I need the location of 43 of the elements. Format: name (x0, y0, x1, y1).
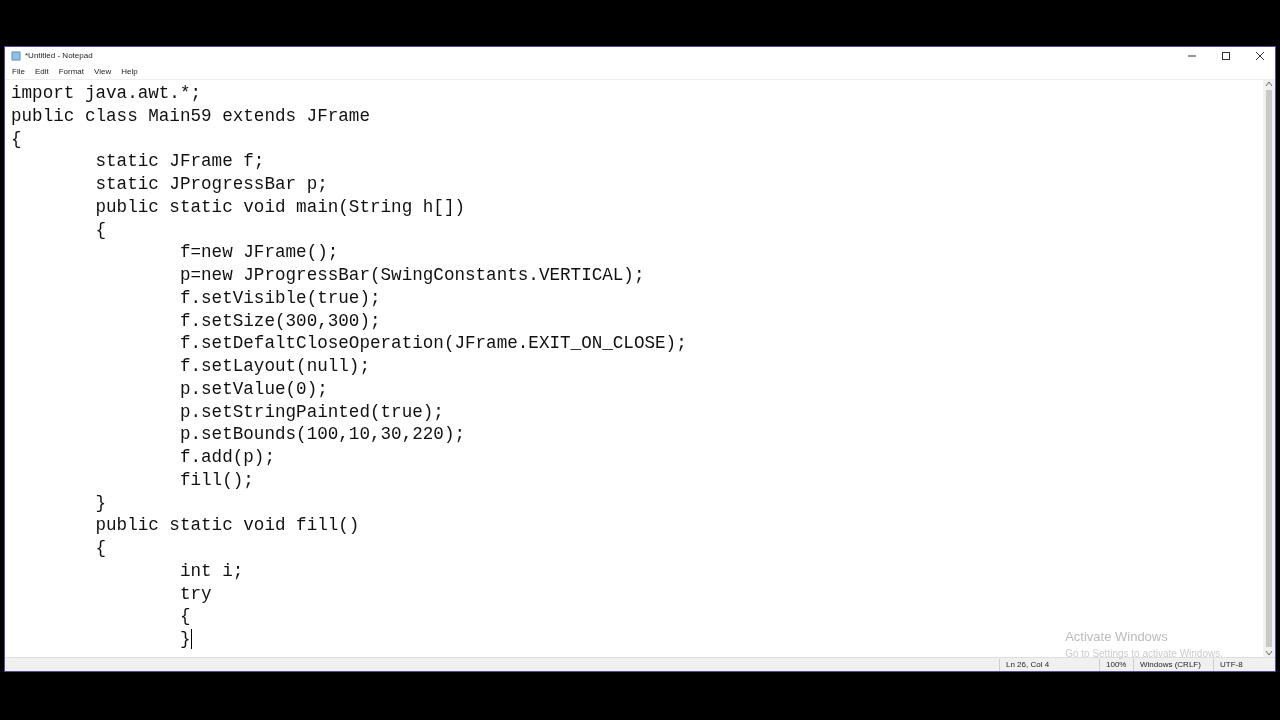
code-line: f.setLayout(null); (178, 356, 370, 376)
menu-item[interactable]: File (7, 65, 30, 78)
code-line: } (178, 629, 191, 649)
code-line: p.setStringPainted(true); (178, 401, 444, 422)
code-line: { (94, 219, 107, 240)
menu-item[interactable]: Format (53, 65, 90, 78)
status-field: 100% (1099, 658, 1133, 671)
close-icon (1255, 50, 1265, 61)
code-line: } (94, 492, 107, 513)
code-line: f.add(p); (178, 447, 275, 467)
code-line: { (11, 128, 22, 149)
code-line: f=new JFrame(); (178, 242, 339, 263)
scroll-down-icon[interactable] (1265, 649, 1273, 657)
menu-item[interactable]: Help (116, 65, 143, 78)
code-line: public static void main(String h[]) (94, 196, 465, 217)
code-line: try (178, 583, 212, 604)
status-field: Ln 26, Col 4 (999, 658, 1099, 671)
code-line: import java.awt.*; (11, 83, 202, 103)
code-line: static JFrame f; (94, 151, 265, 172)
code-line: p.setBounds(100,10,30,220); (178, 424, 465, 445)
code-line: int i; (178, 560, 244, 581)
code-line: f.setSize(300,300); (178, 310, 381, 331)
code-line: static JProgressBar p; (94, 174, 328, 194)
status-field: UTF-8 (1213, 658, 1275, 671)
status-field: Windows (CRLF) (1133, 658, 1213, 671)
notepad-icon (11, 50, 21, 61)
vertical-scrollbar[interactable] (1263, 80, 1275, 657)
code-line: p.setValue(0); (178, 378, 328, 399)
activation-title: Activate Windows (1065, 627, 1169, 646)
code-line: public class Main59 extends JFrame (11, 105, 370, 126)
code-line: fill(); (178, 469, 254, 490)
code-line: public static void fill() (94, 515, 360, 536)
code-line: { (94, 538, 107, 558)
text-cursor (190, 629, 192, 650)
menu-item[interactable]: Edit (29, 65, 54, 78)
scroll-up-icon[interactable] (1265, 80, 1273, 88)
code-line: f.setDefaltCloseOperation(JFrame.EXIT_ON_CLOSE); (178, 333, 687, 354)
menu-item[interactable]: View (89, 65, 117, 78)
window-title: *Untitled - Notepad (25, 49, 93, 62)
maximize-icon (1221, 50, 1231, 61)
code-line: { (178, 606, 191, 627)
code-line: f.setVisible(true); (178, 287, 381, 308)
code-line: p=new JProgressBar(SwingConstants.VERTICAL); (178, 265, 645, 285)
